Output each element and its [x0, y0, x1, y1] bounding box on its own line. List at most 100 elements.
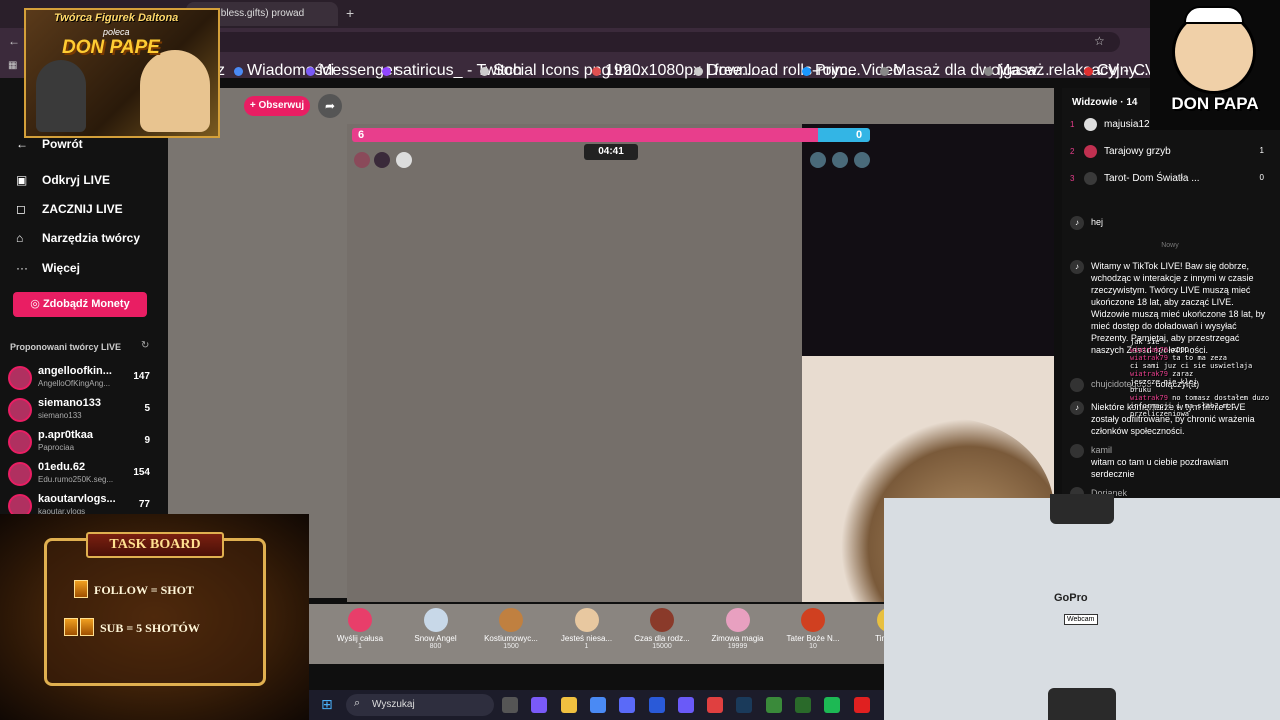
back-link[interactable]: ← Powrót — [16, 137, 83, 151]
gift-item[interactable]: Tater Boże N... 10 — [779, 608, 847, 650]
gift-icon — [650, 608, 674, 632]
taskbar-app-icon[interactable] — [589, 697, 606, 713]
task-board-title: TASK BOARD — [86, 532, 224, 558]
viewer-score: 0 — [1259, 173, 1264, 182]
gift-item[interactable]: Zimowa magia 19999 — [704, 608, 772, 650]
gift-price: 10 — [809, 643, 817, 650]
taskbar-app-icon[interactable] — [648, 697, 665, 713]
apps-grid-icon[interactable]: ▦ — [8, 60, 17, 71]
avatar — [1084, 172, 1097, 185]
avatar — [1070, 378, 1084, 392]
task-row-follow: FOLLOW = SHOT — [74, 580, 194, 598]
taskbar-app-icon[interactable] — [560, 697, 577, 713]
nav-item[interactable]: ▣ Odkryj LIVE — [16, 173, 110, 187]
supporter-avatar[interactable] — [374, 152, 390, 168]
supporter-avatar[interactable] — [354, 152, 370, 168]
viewer-count: 9 — [144, 435, 150, 446]
gift-price: 800 — [429, 643, 442, 650]
sponsor-line1: Twórca Figurek Daltona — [54, 12, 179, 24]
tools-icon: ⌂ — [16, 231, 24, 245]
ticker-message: jeszcze nie klei — [1130, 378, 1198, 386]
taskbar-search-input[interactable]: Wyszukaj — [346, 694, 494, 716]
gift-icon — [423, 608, 448, 632]
don-papa-text: DON PAPA — [1171, 94, 1259, 113]
star-icon[interactable]: ☆ — [1094, 34, 1105, 48]
gift-icon — [725, 608, 750, 632]
back-arrow-icon[interactable]: ← — [8, 34, 20, 48]
supporter-slot — [832, 152, 848, 168]
nav-item[interactable]: ··· Więcej — [16, 261, 80, 275]
supporter-slot — [810, 152, 826, 168]
new-tab-button[interactable]: + — [346, 5, 354, 21]
more-icon: ··· — [16, 261, 28, 275]
refresh-icon[interactable]: ↻ — [141, 340, 149, 351]
stream-video-left — [347, 124, 802, 602]
gift-icon — [499, 608, 523, 632]
gift-item[interactable]: Snow Angel 800 — [402, 608, 470, 650]
avatar — [8, 430, 32, 454]
gift-icon — [801, 608, 825, 632]
windows-start-icon[interactable]: ⊞ — [321, 696, 333, 713]
camera-icon: ◻ — [16, 202, 26, 216]
get-coins-button[interactable]: ◎ Zdobądź Monety — [13, 292, 147, 317]
gift-item[interactable]: Jesteś niesa... 1 — [553, 608, 621, 650]
taskbar-app-icon[interactable] — [707, 697, 724, 713]
supporter-slot — [854, 152, 870, 168]
ticker-message: wiatrak79 ta to ma zeza — [1130, 354, 1227, 362]
taskbar-app-icon[interactable] — [736, 697, 753, 713]
sponsor-line2: poleca — [103, 27, 130, 37]
ticker-message: wiatrak79 zaraz — [1130, 370, 1194, 378]
url-input[interactable] — [200, 32, 1120, 52]
gift-icon — [348, 608, 372, 632]
search-icon: ⌕ — [354, 697, 361, 709]
suggested-creator[interactable]: p.apr0tkaa Paprociaa 9 — [8, 428, 158, 456]
ticker-message: ci sami juz ci sie uswietlaja — [1130, 362, 1253, 370]
taskbar-app-icon[interactable] — [531, 697, 548, 713]
ticker-message: jak sie — [1130, 338, 1160, 346]
avatar — [1084, 145, 1097, 158]
sponsor-line3: DON PAPE — [62, 37, 160, 58]
chat-message: ♪ hej — [1070, 216, 1266, 230]
bookmark-icon — [802, 67, 811, 76]
ticker-message: bruku — [1130, 386, 1152, 394]
shot-glass-icon — [64, 618, 78, 636]
nav-item[interactable]: ⌂ Narzędzia twórcy — [16, 231, 140, 245]
tiktok-icon: ♪ — [1070, 260, 1084, 274]
taskbar-app-icon[interactable] — [853, 697, 870, 713]
task-row-sub: SUB = 5 SHOTÓW — [64, 618, 200, 636]
suggested-creator[interactable]: 01edu.62 Edu.rumo250K.seg... 154 — [8, 460, 158, 488]
suggested-creator[interactable]: angelloofkin... AngelloOfKingAng... 147 — [8, 364, 158, 392]
bookmark-icon — [592, 67, 601, 76]
avatar — [1070, 444, 1084, 458]
viewer-rank: 3 — [1070, 174, 1075, 183]
avatar — [8, 398, 32, 422]
viewer-score: 1 — [1259, 146, 1264, 155]
nav-item[interactable]: ◻ ZACZNIJ LIVE — [16, 202, 123, 216]
taskbar-app-icon[interactable] — [795, 697, 811, 713]
taskbar-app-icon[interactable] — [677, 697, 694, 713]
taskbar-app-icon[interactable] — [765, 697, 782, 713]
avatar — [1084, 118, 1097, 131]
follow-button[interactable]: + Obserwuj — [244, 96, 310, 116]
share-icon[interactable]: ➦ — [318, 94, 342, 118]
battle-score-right: 0 — [856, 129, 863, 141]
arrow-left-icon: ← — [16, 137, 28, 151]
gift-item[interactable]: Kostiumowyc... 1500 — [477, 608, 545, 650]
taskbar-app-icon[interactable] — [824, 697, 841, 713]
gift-item[interactable]: Czas dla rodz... 15000 — [628, 608, 696, 650]
bookmark-icon — [880, 67, 889, 76]
suggested-creator[interactable]: siemano133 siemano133 5 — [8, 396, 158, 424]
viewer-row[interactable]: 3 Tarot- Dom Światła ... 0 — [1070, 172, 1270, 188]
figurine-image — [36, 60, 86, 132]
taskbar-app-icon[interactable] — [619, 697, 636, 713]
supporter-avatar[interactable] — [396, 152, 412, 168]
bookmark-icon — [234, 67, 243, 76]
gift-item[interactable]: Wyślij całusa 1 — [326, 608, 394, 650]
suggested-creators-title: Proponowani twórcy LIVE — [10, 342, 122, 352]
viewer-row[interactable]: 2 Tarajowy grzyb 1 — [1070, 145, 1270, 161]
bookmark-icon — [984, 67, 993, 76]
taskbar-app-icon[interactable] — [502, 697, 518, 713]
ticker-message: wiatrak79 no tomasz dostałem duzo inform… — [1130, 394, 1270, 418]
battle-score-left: 6 — [358, 129, 365, 141]
gift-price: 1500 — [503, 643, 519, 650]
